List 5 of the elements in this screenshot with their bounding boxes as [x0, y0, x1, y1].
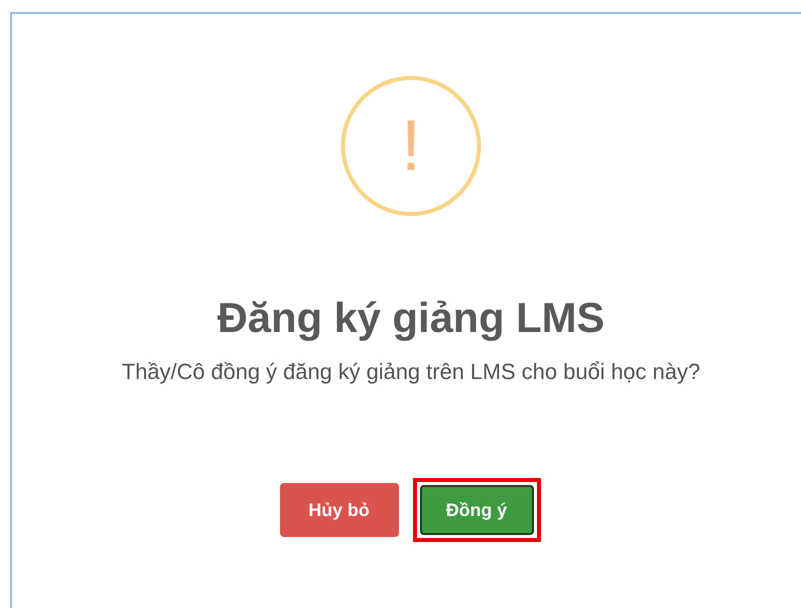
cancel-button[interactable]: Hủy bỏ: [280, 483, 398, 537]
warning-icon: !: [341, 76, 481, 216]
dialog-title: Đăng ký giảng LMS: [217, 293, 605, 343]
confirm-button[interactable]: Đồng ý: [420, 485, 534, 535]
dialog-message: Thầy/Cô đồng ý đăng ký giảng trên LMS cho buổi học này?: [120, 358, 702, 386]
